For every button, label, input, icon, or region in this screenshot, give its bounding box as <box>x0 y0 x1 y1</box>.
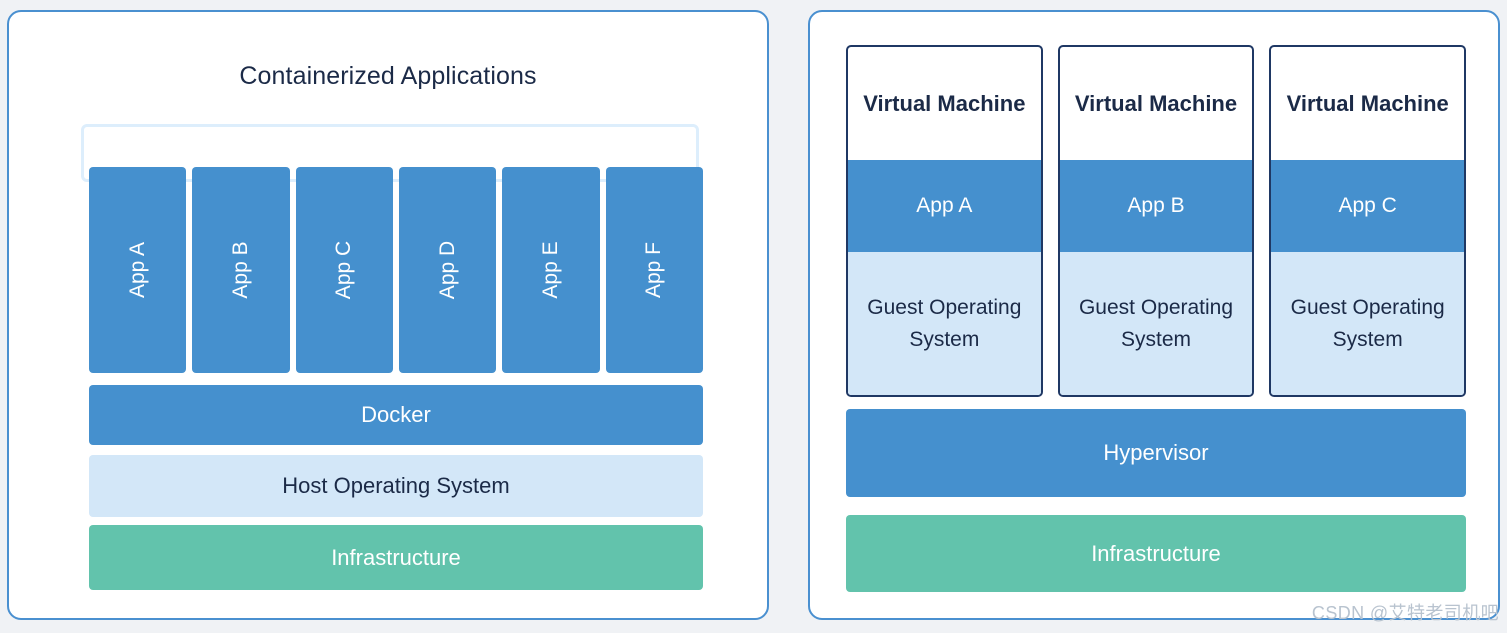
container-app-label: App D <box>435 240 459 300</box>
vm-guest-os-block[interactable]: Guest Operating System <box>1271 252 1465 395</box>
docker-layer[interactable]: Docker <box>89 385 703 445</box>
container-app-label: App E <box>538 241 562 299</box>
vm-title: Virtual Machine <box>863 91 1026 116</box>
vm-app-block[interactable]: App C <box>1271 160 1465 252</box>
container-app-block[interactable]: App E <box>502 167 600 373</box>
container-apps-row: App A App B App C App D App E App F <box>89 167 703 373</box>
container-app-label: App F <box>642 241 666 299</box>
vm-cards-row: Virtual Machine App A Guest Operating Sy… <box>846 45 1467 397</box>
vm-guest-os-block[interactable]: Guest Operating System <box>1059 252 1253 395</box>
watermark: CSDN @艾特老司机吧 <box>1311 603 1499 623</box>
vm-card[interactable]: Virtual Machine App A Guest Operating Sy… <box>846 45 1043 397</box>
container-app-block[interactable]: App F <box>605 167 703 373</box>
vm-card[interactable]: Virtual Machine App C Guest Operating Sy… <box>1269 45 1467 397</box>
vm-guest-os-block[interactable]: Guest Operating System <box>848 252 1041 395</box>
vm-title: Virtual Machine <box>1286 91 1449 116</box>
virtual-machines-panel: Virtual Machine App A Guest Operating Sy… <box>808 10 1500 620</box>
hypervisor-layer[interactable]: Hypervisor <box>846 409 1466 497</box>
container-app-block[interactable]: App A <box>89 167 187 373</box>
container-app-label: App C <box>332 240 356 300</box>
vm-app-block[interactable]: App B <box>1059 160 1253 252</box>
containers-panel: Containerized Applications App A App B A… <box>7 10 769 620</box>
container-app-block[interactable]: App C <box>295 167 393 373</box>
container-app-block[interactable]: App D <box>398 167 497 373</box>
container-app-label: App B <box>228 241 252 299</box>
infrastructure-layer-containers[interactable]: Infrastructure <box>89 525 703 590</box>
vm-app-block[interactable]: App A <box>848 160 1041 252</box>
host-operating-system-layer[interactable]: Host Operating System <box>89 455 703 517</box>
diagram-canvas: Containerized Applications App A App B A… <box>0 0 1507 633</box>
page-title: Containerized Applications <box>239 62 537 90</box>
container-app-label: App A <box>125 241 149 299</box>
vm-card[interactable]: Virtual Machine App B Guest Operating Sy… <box>1057 45 1255 397</box>
infrastructure-layer-vms[interactable]: Infrastructure <box>846 515 1466 592</box>
vm-title: Virtual Machine <box>1074 91 1238 116</box>
container-app-block[interactable]: App B <box>192 167 290 373</box>
